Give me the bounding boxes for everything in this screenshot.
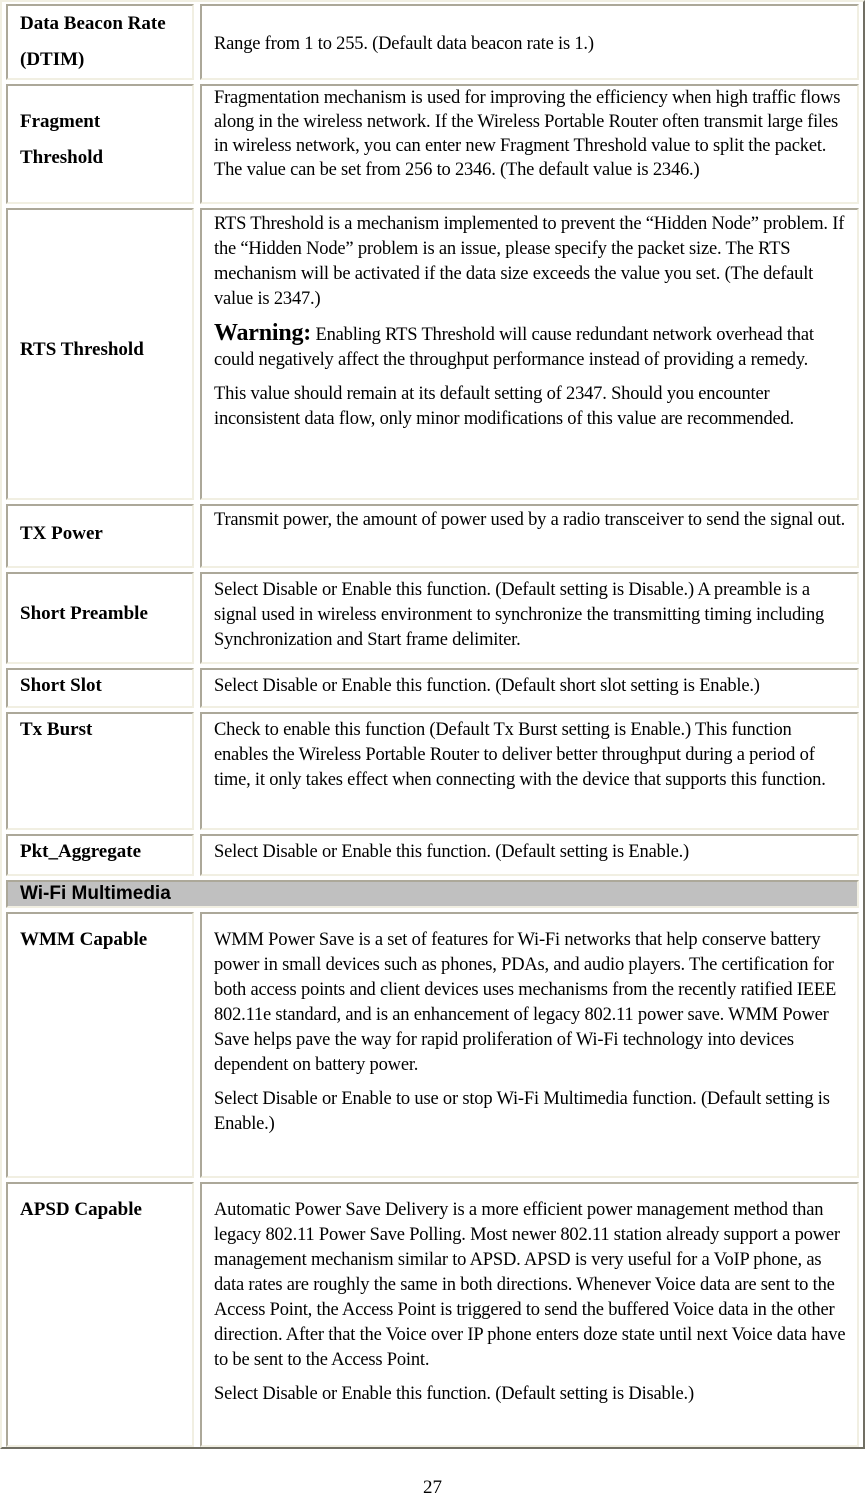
row-description-cell: WMM Power Save is a set of features for … — [200, 912, 859, 1178]
row-label-cell: APSD Capable — [6, 1182, 194, 1447]
row-label: Tx Burst — [20, 719, 93, 740]
row-label: WMM Capable — [20, 929, 148, 950]
row-label-cell: WMM Capable — [6, 912, 194, 1178]
row-description: Select Disable or Enable this function. … — [214, 676, 760, 696]
row-label-cell: RTS Threshold — [6, 208, 194, 500]
row-description: Range from 1 to 255. (Default data beaco… — [214, 34, 594, 54]
row-description-cell: RTS Threshold is a mechanism implemented… — [200, 208, 859, 500]
warning-label: Warning: — [214, 320, 312, 346]
row-description: WMM Power Save is a set of features for … — [214, 930, 837, 1075]
table-row-rts-threshold: RTS Threshold RTS Threshold is a mechani… — [6, 208, 859, 500]
row-description: Select Disable or Enable this function. … — [214, 580, 825, 650]
row-label: Fragment Threshold — [20, 111, 104, 168]
row-description-cell: Select Disable or Enable this function. … — [200, 572, 859, 664]
section-header: Wi-Fi Multimedia — [6, 880, 859, 908]
row-label: Short Preamble — [20, 603, 148, 624]
row-description-cell: Check to enable this function (Default T… — [200, 712, 859, 830]
table-row-short-slot: Short Slot Select Disable or Enable this… — [6, 668, 859, 708]
row-description: RTS Threshold is a mechanism implemented… — [214, 214, 845, 309]
row-label-cell: Short Preamble — [6, 572, 194, 664]
table-row-short-preamble: Short Preamble Select Disable or Enable … — [6, 572, 859, 664]
row-label: Short Slot — [20, 675, 102, 696]
page-number: 27 — [423, 1477, 442, 1498]
row-description-cell: Fragmentation mechanism is used for impr… — [200, 84, 859, 204]
row-description: Fragmentation mechanism is used for impr… — [214, 88, 841, 180]
row-label: Pkt_Aggregate — [20, 841, 142, 862]
settings-table: Data Beacon Rate (DTIM) Range from 1 to … — [0, 0, 865, 1449]
section-title: Wi-Fi Multimedia — [20, 883, 171, 904]
row-label: APSD Capable — [20, 1199, 142, 1220]
warning-note: Warning: Enabling RTS Threshold will cau… — [214, 320, 814, 371]
row-description: Select Disable or Enable this function. … — [214, 842, 689, 862]
row-label-cell: TX Power — [6, 504, 194, 568]
row-description: Transmit power, the amount of power used… — [214, 510, 846, 530]
row-label-cell: Data Beacon Rate (DTIM) — [6, 4, 194, 80]
row-label: TX Power — [20, 523, 103, 544]
row-description-cell: Transmit power, the amount of power used… — [200, 504, 859, 568]
table-row-dtim: Data Beacon Rate (DTIM) Range from 1 to … — [6, 4, 859, 80]
row-label: Data Beacon Rate (DTIM) — [20, 13, 166, 70]
row-label-cell: Short Slot — [6, 668, 194, 708]
row-description-cell: Select Disable or Enable this function. … — [200, 834, 859, 876]
row-description-cell: Automatic Power Save Delivery is a more … — [200, 1182, 859, 1447]
table-row-apsd-capable: APSD Capable Automatic Power Save Delive… — [6, 1182, 859, 1447]
row-description: Automatic Power Save Delivery is a more … — [214, 1200, 846, 1370]
row-label: RTS Threshold — [20, 339, 144, 360]
table-row-tx-burst: Tx Burst Check to enable this function (… — [6, 712, 859, 830]
row-description: Select Disable or Enable to use or stop … — [214, 1089, 830, 1134]
table-row-tx-power: TX Power Transmit power, the amount of p… — [6, 504, 859, 568]
row-description-cell: Select Disable or Enable this function. … — [200, 668, 859, 708]
row-description: Check to enable this function (Default T… — [214, 720, 826, 790]
row-description: This value should remain at its default … — [214, 384, 794, 429]
row-description: Select Disable or Enable this function. … — [214, 1384, 694, 1404]
row-label-cell: Fragment Threshold — [6, 84, 194, 204]
row-label-cell: Pkt_Aggregate — [6, 834, 194, 876]
table-row-wmm-capable: WMM Capable WMM Power Save is a set of f… — [6, 912, 859, 1178]
row-description-cell: Range from 1 to 255. (Default data beaco… — [200, 4, 859, 80]
table-row-fragment-threshold: Fragment Threshold Fragmentation mechani… — [6, 84, 859, 204]
row-label-cell: Tx Burst — [6, 712, 194, 830]
table-row-pkt-aggregate: Pkt_Aggregate Select Disable or Enable t… — [6, 834, 859, 876]
